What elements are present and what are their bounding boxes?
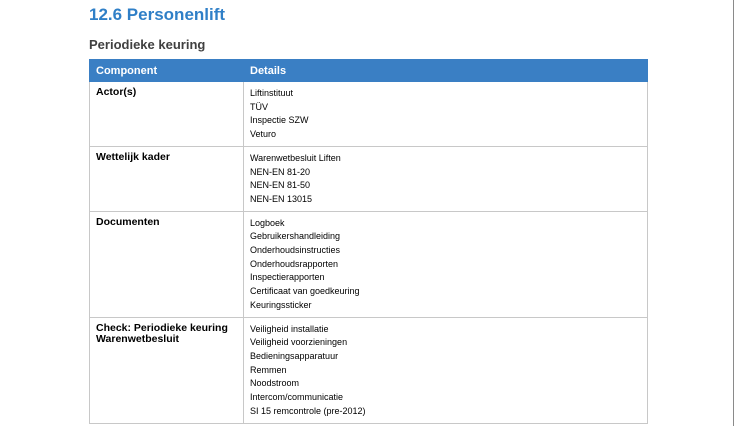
detail-item: Veturo	[250, 129, 277, 140]
detail-item: Liftinstituut	[250, 88, 294, 98]
detail-item: SI 15 remcontrole (pre-2012)	[250, 405, 366, 416]
details-cell: Liftinstituut TÜV Inspectie SZW Veturo	[243, 81, 648, 147]
component-cell: Documenten	[89, 210, 244, 318]
detail-item: Remmen	[250, 364, 287, 375]
page-edge-divider	[733, 0, 734, 426]
component-cell: Actor(s)	[89, 81, 244, 147]
detail-item: Veiligheid installatie	[250, 323, 329, 334]
detail-item: Veiligheid voorzieningen	[250, 337, 348, 348]
column-header-component: Component	[89, 59, 244, 82]
subsection-title: Periodieke keuring	[89, 37, 206, 52]
detail-item: Certificaat van goedkeuring	[250, 286, 360, 297]
detail-item: Keuringssticker	[250, 299, 312, 310]
detail-item: Onderhoudsrapporten	[250, 258, 339, 269]
table-header-row: Component Details	[89, 59, 648, 82]
component-cell: Check: Periodieke keuring Warenwetbeslui…	[89, 316, 244, 424]
details-cell: Warenwetbesluit Liften NEN-EN 81-20 NEN-…	[243, 145, 648, 212]
detail-item: Inspectierapporten	[250, 272, 325, 283]
table-row: Wettelijk kader Warenwetbesluit Liften N…	[89, 145, 648, 212]
detail-item: Noodstroom	[250, 378, 300, 389]
detail-item: Intercom/communicatie	[250, 392, 344, 403]
detail-item: Inspectie SZW	[250, 115, 309, 126]
detail-item: Onderhoudsinstructies	[250, 245, 341, 256]
detail-item: Bedieningsapparatuur	[250, 351, 339, 362]
column-header-details: Details	[243, 59, 648, 82]
details-cell: Veiligheid installatie Veiligheid voorzi…	[243, 316, 648, 424]
section-title: 12.6 Personenlift	[89, 5, 226, 24]
detail-item: NEN-EN 13015	[250, 193, 313, 204]
detail-item: Logboek	[250, 217, 285, 228]
info-table: Component Details Actor(s) Liftinstituut…	[89, 59, 648, 424]
table-row: Documenten Logboek Gebruikershandleiding…	[89, 210, 648, 318]
details-cell: Logboek Gebruikershandleiding Onderhouds…	[243, 210, 648, 318]
table-row: Check: Periodieke keuring Warenwetbeslui…	[89, 316, 648, 424]
table-row: Actor(s) Liftinstituut TÜV Inspectie SZW…	[89, 81, 648, 147]
detail-item: TÜV	[250, 101, 268, 112]
detail-item: NEN-EN 81-50	[250, 180, 311, 191]
detail-item: Gebruikershandleiding	[250, 231, 341, 242]
component-cell: Wettelijk kader	[89, 145, 244, 212]
detail-item: Warenwetbesluit Liften	[250, 152, 341, 163]
detail-item: NEN-EN 81-20	[250, 166, 311, 177]
